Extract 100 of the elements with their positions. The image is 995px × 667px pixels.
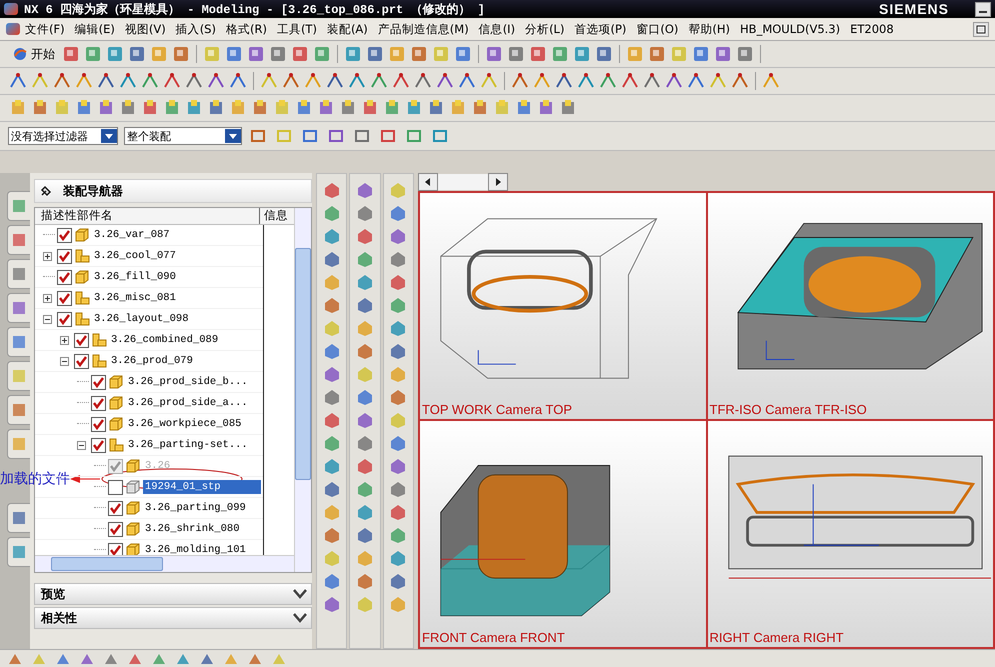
scroll-right-icon[interactable]: [488, 173, 508, 191]
tool-icon[interactable]: [506, 44, 526, 64]
vertical-scrollbar[interactable]: [294, 208, 311, 572]
menu-item[interactable]: 帮助(H): [683, 22, 736, 36]
checkbox[interactable]: [57, 228, 72, 242]
filter-dropdown[interactable]: 整个装配: [124, 127, 242, 145]
part-name[interactable]: 3.26_prod_079: [109, 354, 195, 368]
menu-item[interactable]: 文件(F): [20, 22, 70, 36]
resource-tab[interactable]: [7, 259, 30, 289]
checkbox[interactable]: [91, 416, 106, 432]
expand-icon[interactable]: [60, 336, 72, 344]
tool-icon[interactable]: [453, 44, 473, 64]
resource-tab[interactable]: [7, 429, 30, 459]
menu-item[interactable]: 信息(I): [474, 22, 520, 36]
menu-item[interactable]: 编辑(E): [70, 22, 120, 36]
checkbox[interactable]: [74, 332, 89, 348]
tool-icon[interactable]: [343, 44, 363, 64]
collapse-icon[interactable]: [77, 440, 89, 450]
part-name[interactable]: 3.26_prod_side_a...: [126, 396, 250, 410]
menu-item[interactable]: 格式(R): [220, 22, 272, 36]
tool-icon[interactable]: [572, 44, 592, 64]
tool-icon[interactable]: [484, 44, 504, 64]
column-header[interactable]: 信息: [260, 208, 294, 224]
checkbox[interactable]: [57, 248, 72, 264]
resource-tab[interactable]: [7, 225, 30, 255]
menu-item[interactable]: 首选项(P): [569, 22, 632, 36]
resource-tab[interactable]: [7, 361, 30, 391]
part-name[interactable]: 3.26_parting_099: [143, 501, 248, 515]
part-name[interactable]: 3.26_misc_081: [92, 291, 178, 305]
menu-item[interactable]: 窗口(O): [631, 22, 684, 36]
tool-icon[interactable]: [528, 44, 548, 64]
resource-tab[interactable]: [7, 191, 30, 221]
checkbox[interactable]: [108, 500, 123, 516]
menu-item[interactable]: 装配(A): [322, 22, 373, 36]
checkbox[interactable]: [91, 396, 106, 410]
menu-item[interactable]: 工具(T): [272, 22, 322, 36]
menu-item[interactable]: 产品制造信息(M): [372, 22, 474, 36]
column-header[interactable]: 描述性部件名: [35, 208, 260, 224]
menu-item[interactable]: 分析(L): [520, 22, 570, 36]
tool-icon[interactable]: [268, 44, 288, 64]
resource-tab[interactable]: [7, 327, 30, 357]
checkbox[interactable]: [57, 290, 72, 306]
part-name[interactable]: 3.26_layout_098: [92, 312, 191, 326]
checkbox[interactable]: [108, 542, 123, 555]
part-name[interactable]: 3.26_parting-set...: [126, 438, 250, 452]
start-button[interactable]: 开始: [8, 46, 59, 62]
collapse-icon[interactable]: [43, 314, 55, 324]
part-name[interactable]: 3.26_shrink_080: [143, 522, 242, 536]
tool-icon[interactable]: [647, 44, 667, 64]
tool-icon[interactable]: [105, 44, 125, 64]
viewport-pane[interactable]: TFR-ISO Camera TFR-ISO: [708, 193, 993, 419]
checkbox[interactable]: [91, 438, 106, 452]
tool-icon[interactable]: [691, 44, 711, 64]
part-name[interactable]: 19294_01_stp: [143, 480, 261, 494]
tool-icon[interactable]: [246, 44, 266, 64]
resource-tab[interactable]: [7, 395, 30, 425]
tool-icon[interactable]: [171, 44, 191, 64]
collapsed-panel[interactable]: 相关性: [34, 607, 312, 629]
part-name[interactable]: 3.26_cool_077: [92, 249, 178, 263]
tool-icon[interactable]: [83, 44, 103, 64]
tool-icon[interactable]: [224, 44, 244, 64]
restore-icon[interactable]: [973, 22, 989, 36]
collapsed-panel[interactable]: 预览: [34, 583, 312, 605]
resource-tab[interactable]: [7, 293, 30, 323]
filter-dropdown[interactable]: 没有选择过滤器: [8, 127, 118, 145]
checkbox[interactable]: [91, 374, 106, 390]
tool-icon[interactable]: [735, 44, 755, 64]
tool-icon[interactable]: [127, 44, 147, 64]
viewport-pane[interactable]: FRONT Camera FRONT: [420, 421, 706, 647]
resource-tab[interactable]: [7, 503, 30, 533]
menu-item[interactable]: ET2008: [845, 22, 899, 36]
horizontal-scrollbar[interactable]: [35, 555, 294, 572]
checkbox[interactable]: [57, 270, 72, 284]
tool-icon[interactable]: [61, 44, 81, 64]
tool-icon[interactable]: [713, 44, 733, 64]
part-name[interactable]: 3.26_combined_089: [109, 333, 220, 347]
tool-icon[interactable]: [290, 44, 310, 64]
checkbox[interactable]: [74, 354, 89, 368]
menu-item[interactable]: 插入(S): [170, 22, 221, 36]
tool-icon[interactable]: [312, 44, 332, 64]
scroll-left-icon[interactable]: [418, 173, 438, 191]
part-name[interactable]: 3.26_prod_side_b...: [126, 375, 250, 389]
expand-icon[interactable]: [43, 252, 55, 260]
part-name[interactable]: 3.26_workpiece_085: [126, 417, 244, 431]
expand-icon[interactable]: [43, 294, 55, 302]
viewport-pane[interactable]: TOP WORK Camera TOP: [420, 193, 706, 419]
collapse-icon[interactable]: [60, 356, 72, 366]
tool-icon[interactable]: [550, 44, 570, 64]
pin-icon[interactable]: [39, 184, 53, 198]
checkbox[interactable]: [57, 312, 72, 326]
checkbox[interactable]: [108, 522, 123, 536]
tool-icon[interactable]: [594, 44, 614, 64]
tool-icon[interactable]: [365, 44, 385, 64]
menu-item[interactable]: HB_MOULD(V5.3): [735, 22, 846, 36]
viewport-pane[interactable]: RIGHT Camera RIGHT: [708, 421, 993, 647]
part-name[interactable]: 3.26_molding_101: [143, 543, 248, 555]
menu-item[interactable]: 视图(V): [120, 22, 171, 36]
part-name[interactable]: 3.26_var_087: [92, 228, 172, 242]
part-name[interactable]: 3.26_fill_090: [92, 270, 178, 284]
tool-icon[interactable]: [409, 44, 429, 64]
